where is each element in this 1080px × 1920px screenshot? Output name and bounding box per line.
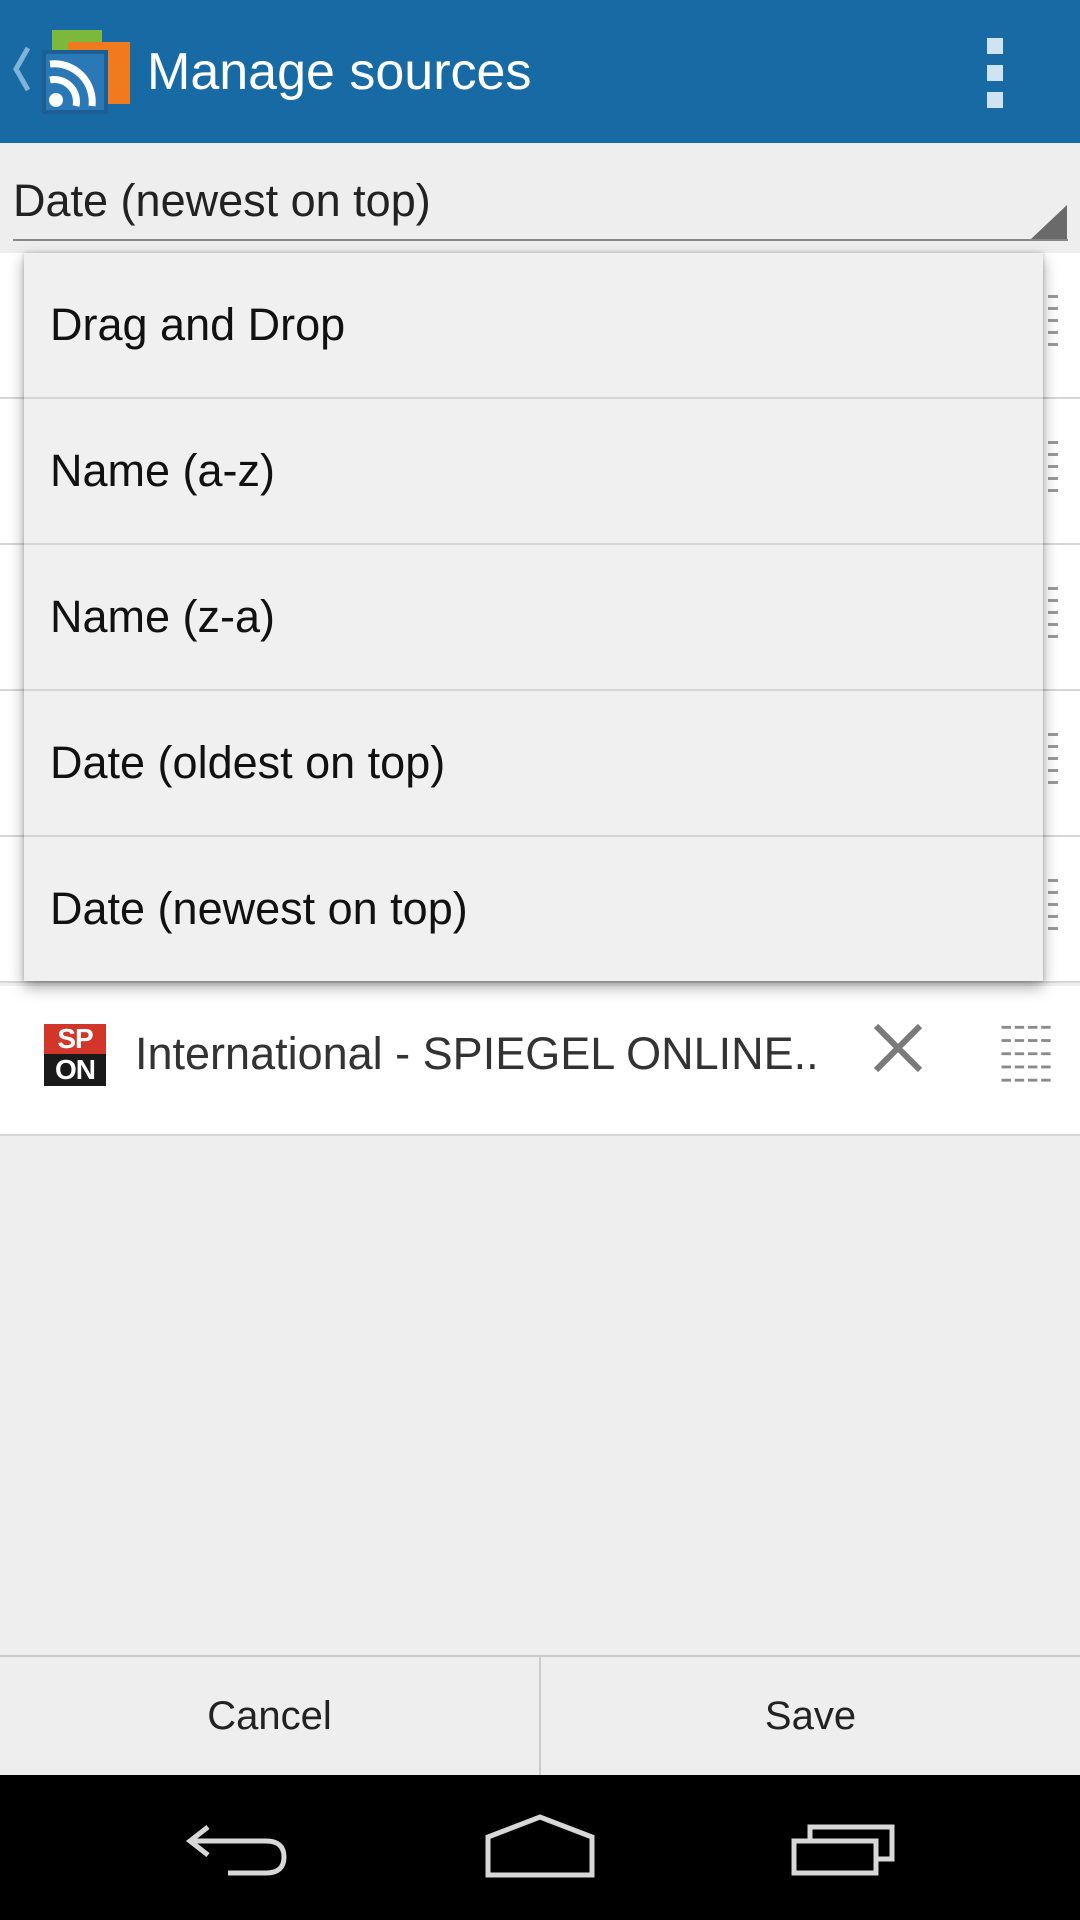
screen: Manage sources Date (newest on top) SP O… xyxy=(0,0,1080,1920)
source-icon-top-text: SP xyxy=(57,1024,93,1054)
sort-option-date-newest[interactable]: Date (newest on top) xyxy=(24,837,1043,983)
sort-option-label: Name (z-a) xyxy=(50,591,276,642)
system-nav-bar xyxy=(0,1775,1080,1920)
button-bar: Cancel Save xyxy=(0,1655,1080,1775)
chevron-left-icon[interactable] xyxy=(10,44,32,94)
sort-option-drag-and-drop[interactable]: Drag and Drop xyxy=(24,253,1043,399)
overflow-dot xyxy=(987,92,1003,108)
home-icon[interactable] xyxy=(480,1805,600,1885)
drag-handle-icon[interactable] xyxy=(1040,875,1080,943)
overflow-menu-icon[interactable] xyxy=(980,38,1010,108)
drag-handle-icon[interactable] xyxy=(1040,729,1080,797)
action-bar: Manage sources xyxy=(0,0,1080,143)
drag-handle-icon[interactable] xyxy=(998,1024,1056,1092)
sort-option-label: Date (oldest on top) xyxy=(50,737,446,788)
spiegel-online-icon: SP ON xyxy=(44,1024,106,1086)
spinner-underline xyxy=(13,239,1068,241)
recents-icon[interactable] xyxy=(780,1805,900,1885)
rss-feed-pro-icon[interactable] xyxy=(40,28,132,116)
source-row[interactable]: SP ON International - SPIEGEL ONLINE.. xyxy=(0,986,1080,1136)
cancel-button[interactable]: Cancel xyxy=(0,1657,539,1775)
drag-handle-icon[interactable] xyxy=(1040,437,1080,505)
sort-spinner-value: Date (newest on top) xyxy=(13,175,431,226)
overflow-dot xyxy=(987,65,1003,81)
sort-option-name-a-z[interactable]: Name (a-z) xyxy=(24,399,1043,545)
drag-handle-icon[interactable] xyxy=(1040,291,1080,359)
sort-option-date-oldest[interactable]: Date (oldest on top) xyxy=(24,691,1043,837)
drag-handle-icon[interactable] xyxy=(1040,583,1080,651)
sort-spinner[interactable]: Date (newest on top) xyxy=(0,171,1080,245)
dropdown-triangle-icon[interactable] xyxy=(1031,205,1067,239)
sort-option-label: Name (a-z) xyxy=(50,445,276,496)
source-icon-bottom-text: ON xyxy=(44,1054,106,1086)
sort-option-label: Drag and Drop xyxy=(50,299,346,350)
back-icon[interactable] xyxy=(180,1805,300,1885)
source-title: International - SPIEGEL ONLINE.. xyxy=(135,1028,819,1079)
sort-options-popup: Drag and Drop Name (a-z) Name (z-a) Date… xyxy=(24,253,1043,981)
overflow-dot xyxy=(987,38,1003,54)
sort-option-name-z-a[interactable]: Name (z-a) xyxy=(24,545,1043,691)
page-title: Manage sources xyxy=(147,43,532,101)
sort-option-label: Date (newest on top) xyxy=(50,883,468,934)
close-icon[interactable] xyxy=(870,1020,926,1076)
save-button[interactable]: Save xyxy=(541,1657,1080,1775)
